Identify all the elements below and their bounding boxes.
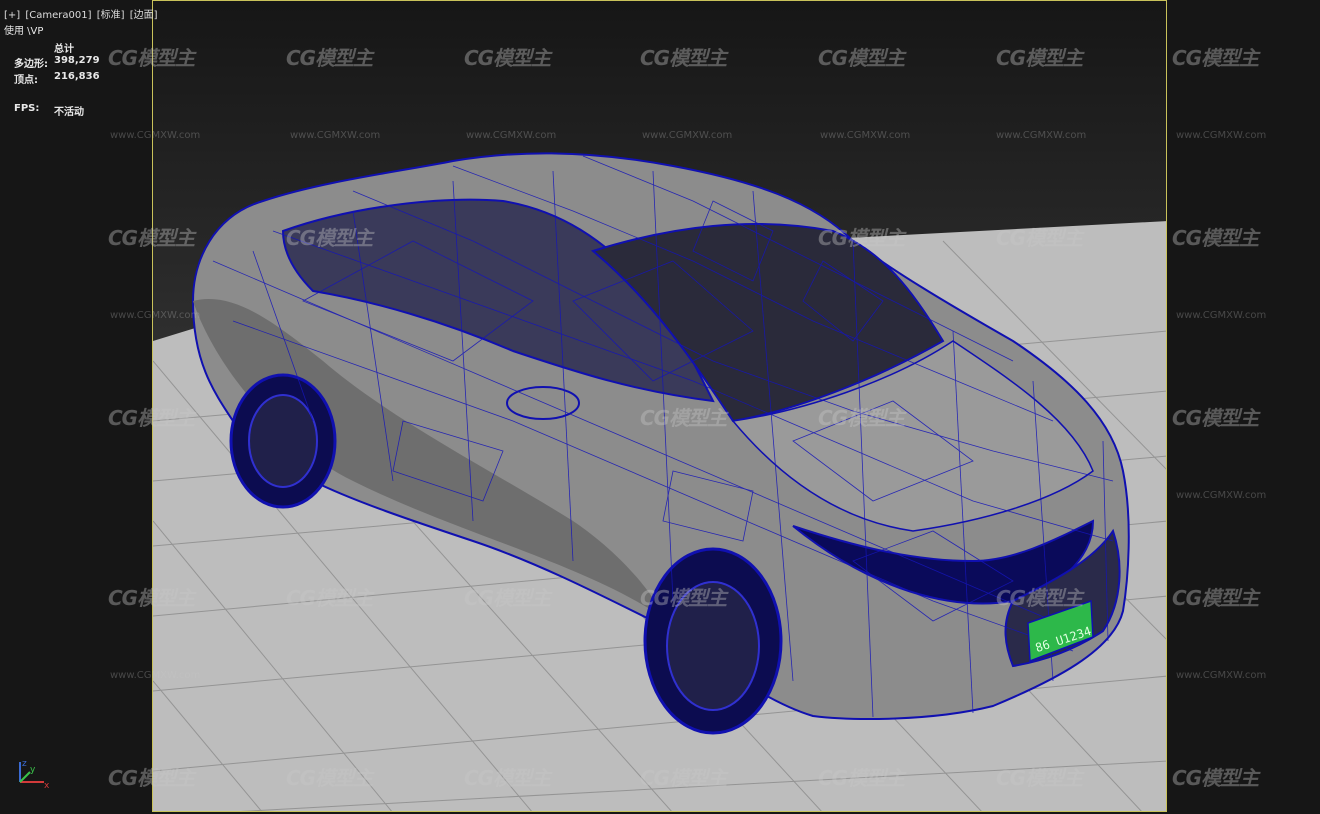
viewport-camera-menu[interactable]: [Camera001] (25, 10, 91, 21)
viewport-general-menu[interactable]: [+] (4, 10, 20, 21)
watermark-logo: CG模型主 (1172, 46, 1259, 70)
watermark-site: www.CGMXW.com (1176, 670, 1267, 681)
front-wheel (643, 547, 783, 735)
rear-wheel (229, 373, 337, 509)
scene-render: 86 U1234 (153, 152, 1166, 811)
stats-polygons-value: 398,279 (54, 55, 100, 66)
watermark-logo: CG模型主 (1172, 586, 1259, 610)
axis-gizmo-icon: x y z (19, 759, 50, 791)
watermark-logo: CG模型主 (1172, 766, 1259, 790)
watermark-logo: CG模型主 (1172, 406, 1259, 430)
axis-z-label: z (22, 759, 27, 769)
stats-vertices-value: 216,836 (54, 71, 100, 82)
watermark-site: www.CGMXW.com (1176, 490, 1267, 501)
stats-vertices-label: 顶点: (14, 75, 38, 86)
stats-total-header: 总计 (54, 44, 74, 55)
watermark-logo: CG模型主 (1172, 226, 1259, 250)
axis-x-label: x (44, 781, 50, 791)
watermark-site: www.CGMXW.com (1176, 310, 1267, 321)
safe-frame: 86 U1234 (152, 0, 1167, 812)
stats-fps-value: 不活动 (54, 107, 84, 118)
watermark-site: www.CGMXW.com (1176, 130, 1267, 141)
viewport-3d[interactable]: 86 U1234 CG模型主 CG模型主 CG模型主 CG模型主 CG模型主 C… (0, 0, 1320, 814)
viewport-edges-menu[interactable]: [边面] (130, 10, 158, 21)
viewport-label-menu: [+] [Camera001] [标准] [边面] (4, 6, 160, 21)
stats-fps-label: FPS: (14, 103, 40, 114)
axis-y-label: y (30, 765, 36, 775)
viewport-using-label: 使用 \VP (4, 26, 44, 37)
stats-polygons-label: 多边形: (14, 59, 48, 70)
viewport-shading-menu[interactable]: [标准] (97, 10, 125, 21)
